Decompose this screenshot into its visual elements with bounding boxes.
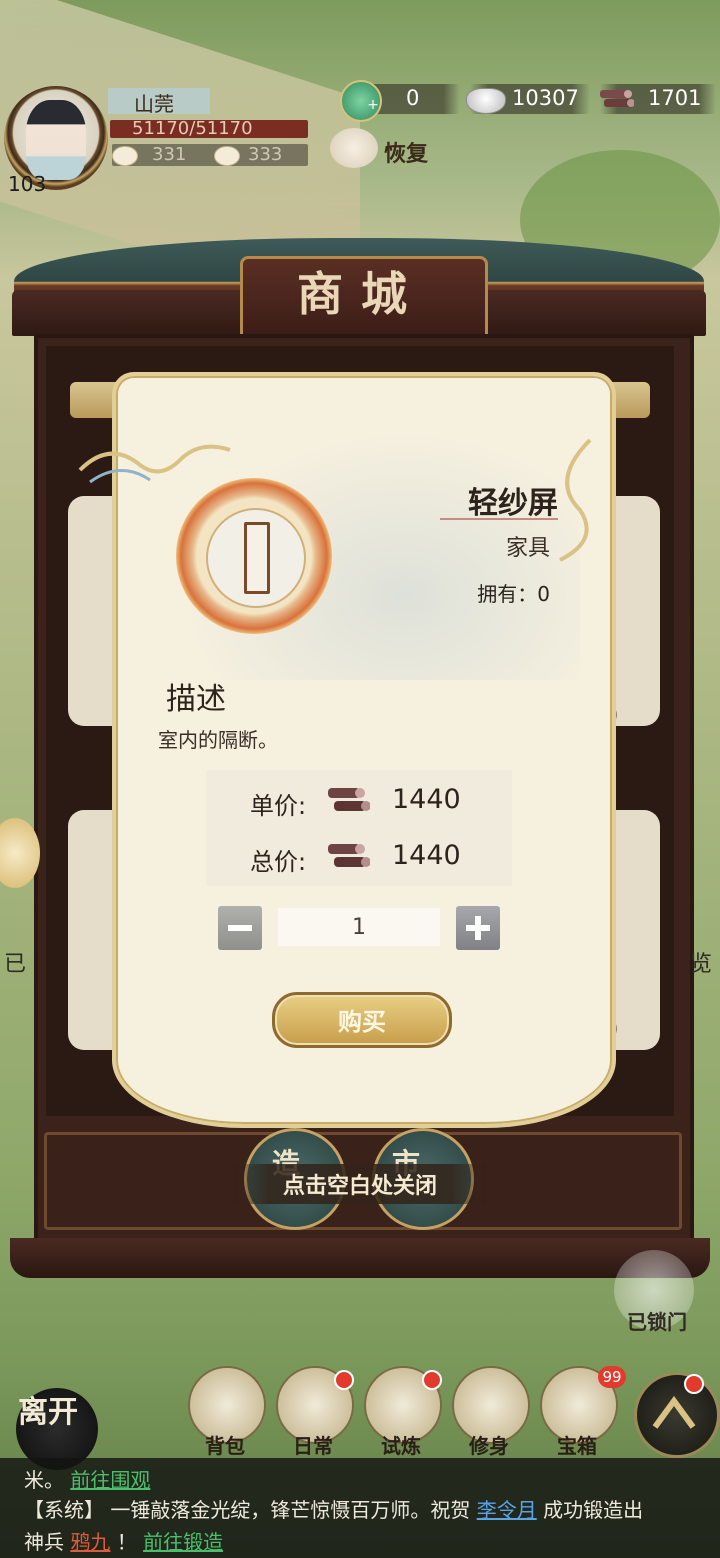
nav-bag-label: 背包: [205, 1434, 245, 1458]
chat-line: 神兵 鸦九 ！ 前往锻造: [24, 1526, 223, 1555]
nav-cultivate-label: 修身: [469, 1434, 509, 1458]
add-jade-icon[interactable]: +: [366, 98, 380, 112]
watch-link[interactable]: 前往围观: [70, 1468, 150, 1492]
jade-value: 0: [406, 86, 420, 110]
notification-dot: [684, 1374, 704, 1394]
stat1-value: 331: [152, 144, 187, 165]
leave-label: 离开: [18, 1395, 78, 1430]
bowl-icon: [112, 146, 138, 166]
chevron-up-icon: [652, 1395, 696, 1429]
nav-chest-label: 宝箱: [557, 1434, 597, 1458]
chat-text: 成功锻造出: [543, 1498, 644, 1522]
nav-trial-label: 试炼: [381, 1434, 421, 1458]
shop-title: 商城: [297, 267, 425, 321]
increase-quantity-button[interactable]: [456, 906, 500, 950]
unit-price-label: 单价:: [250, 792, 307, 820]
recover-icon[interactable]: [330, 128, 378, 168]
player-level: 103: [8, 172, 47, 196]
system-tag: 【系统】: [24, 1498, 104, 1522]
recover-button[interactable]: 恢复: [384, 136, 428, 168]
wood-log-icon: [328, 788, 370, 811]
silver-value: 10307: [512, 86, 579, 110]
item-link[interactable]: 鸦九: [70, 1530, 110, 1554]
stat2-value: 333: [248, 144, 283, 165]
chat-text: ！: [116, 1530, 137, 1554]
folding-screen-icon: [244, 522, 270, 594]
side-label-right: 览: [690, 952, 713, 977]
notification-dot: [422, 1370, 442, 1390]
buy-button-label: 购买: [338, 1008, 386, 1036]
cabinet-base: [10, 1238, 710, 1278]
minus-icon: [228, 925, 252, 931]
description-text: 室内的隔断。: [158, 728, 278, 752]
wood-log-icon: [328, 844, 370, 867]
side-label-left: 已: [4, 952, 27, 977]
hp-value: 51170/51170: [132, 118, 253, 139]
chat-text: 神兵: [24, 1530, 64, 1554]
owned-value: 0: [537, 582, 550, 606]
total-price-value: 1440: [392, 840, 461, 871]
avatar: [26, 100, 86, 180]
bun-icon: [214, 146, 240, 166]
chat-line: 米。 前往围观: [24, 1464, 150, 1493]
silver-ingot-icon: [466, 88, 506, 114]
menu-expand-button[interactable]: [634, 1372, 720, 1458]
forge-link[interactable]: 前往锻造: [143, 1530, 223, 1554]
wood-value: 1701: [648, 86, 702, 110]
total-price-label: 总价:: [250, 848, 307, 876]
close-hint: 点击空白处关闭: [282, 1174, 437, 1199]
description-title: 描述: [166, 682, 226, 717]
chest-badge: 99: [598, 1366, 626, 1388]
item-type: 家具: [505, 536, 550, 561]
item-name: 轻纱屏: [468, 486, 558, 521]
chat-text: 米。: [24, 1468, 64, 1492]
player-link[interactable]: 李令月: [477, 1498, 537, 1522]
quantity-field[interactable]: [278, 908, 440, 946]
locked-door-label: 已锁门: [627, 1310, 687, 1334]
owned-label: 拥有：: [477, 582, 538, 606]
decrease-quantity-button[interactable]: [218, 906, 262, 950]
wood-log-icon: [600, 90, 634, 107]
item-name-underline: [440, 518, 558, 520]
notification-dot: [334, 1370, 354, 1390]
chat-line: 【系统】 一锤敲落金光绽，锋芒惊慑百万师。祝贺 李令月 成功锻造出: [24, 1494, 643, 1523]
player-name: 山莞: [134, 92, 174, 116]
chat-text: 一锤敲落金光绽，锋芒惊慑百万师。祝贺: [110, 1498, 471, 1522]
nav-daily-label: 日常: [293, 1434, 333, 1458]
unit-price-value: 1440: [392, 784, 461, 815]
owned-count: 拥有：0: [430, 578, 550, 607]
